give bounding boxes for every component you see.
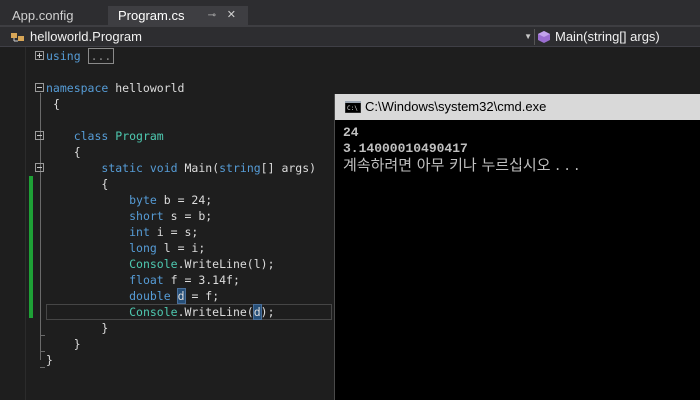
navigation-bar: helloworld.Program ▼ Main(string[] args)	[0, 27, 700, 47]
console-window[interactable]: C:\ C:\Windows\system32\cmd.exe 24 3.140…	[334, 94, 700, 400]
code-line: short s = b;	[129, 209, 213, 223]
svg-text:C:\: C:\	[347, 105, 358, 112]
code-line: using ...	[46, 48, 115, 64]
tab-program-cs[interactable]: Program.cs ⊸ ✕	[108, 6, 248, 25]
close-icon[interactable]: ✕	[227, 6, 236, 25]
navbar-divider	[534, 29, 535, 45]
code-line: {	[52, 97, 60, 111]
code-line: {	[73, 145, 81, 159]
collapse-icon[interactable]	[35, 131, 44, 140]
highlighted-reference: d	[176, 288, 186, 304]
code-line: {	[101, 177, 109, 191]
code-line: Console.WriteLine(d);	[129, 304, 275, 320]
expand-icon[interactable]	[35, 51, 44, 60]
console-output-line: 24	[343, 125, 359, 140]
console-output-line: 3.14000010490417	[343, 141, 468, 156]
fold-end	[40, 335, 45, 336]
cmd-icon: C:\	[345, 101, 361, 113]
tab-label: Program.cs	[118, 8, 185, 23]
document-tab-strip: App.config Program.cs ⊸ ✕	[0, 0, 700, 25]
code-line: float f = 3.14f;	[129, 273, 240, 287]
code-line: byte b = 24;	[129, 193, 213, 207]
gutter-divider	[25, 47, 26, 400]
method-icon	[538, 31, 550, 43]
pin-icon[interactable]: ⊸	[208, 6, 216, 25]
collapse-icon[interactable]	[35, 83, 44, 92]
collapse-icon[interactable]	[35, 163, 44, 172]
code-line: Console.WriteLine(l);	[129, 257, 275, 271]
class-icon	[11, 33, 24, 42]
tab-label: App.config	[12, 8, 74, 23]
collapsed-region[interactable]: ...	[87, 48, 115, 64]
fold-end	[40, 351, 45, 352]
code-line: }	[73, 337, 81, 351]
chevron-down-icon[interactable]: ▼	[524, 28, 532, 46]
code-line: int i = s;	[129, 225, 199, 239]
type-dropdown[interactable]: helloworld.Program ▼	[10, 28, 532, 46]
type-dropdown-value: helloworld.Program	[30, 29, 142, 44]
code-line: double d = f;	[129, 288, 220, 304]
highlighted-reference: d	[252, 304, 262, 320]
code-line: static void Main(string[] args)	[101, 161, 317, 175]
change-indicator	[29, 176, 33, 318]
fold-end	[40, 367, 45, 368]
code-line: }	[46, 353, 53, 367]
code-line: long l = i;	[129, 241, 206, 255]
code-line: class Program	[73, 129, 164, 143]
console-title-bar[interactable]: C:\ C:\Windows\system32\cmd.exe	[335, 94, 700, 120]
console-output-line: 계속하려면 아무 키나 누르십시오 . . .	[343, 156, 580, 174]
code-line: }	[101, 321, 109, 335]
tab-app-config[interactable]: App.config	[0, 6, 106, 25]
console-title: C:\Windows\system32\cmd.exe	[365, 99, 547, 114]
member-dropdown-value: Main(string[] args)	[555, 29, 660, 44]
member-dropdown[interactable]: Main(string[] args)	[537, 28, 700, 46]
code-line: namespace helloworld	[46, 81, 185, 95]
